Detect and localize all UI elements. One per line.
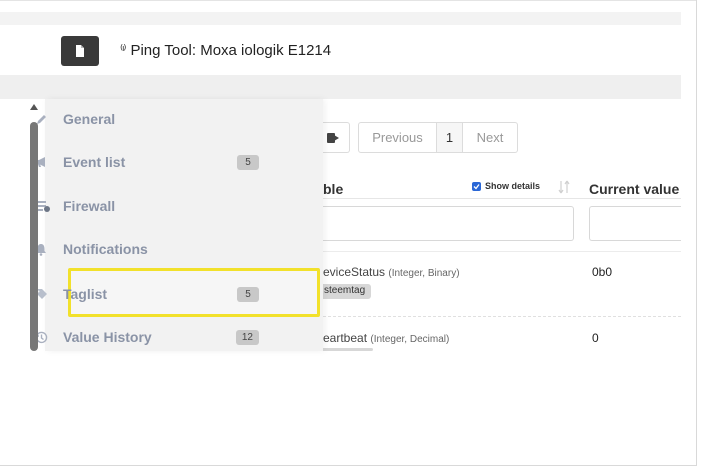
export-icon xyxy=(326,132,339,143)
sidebar-item-general[interactable]: General xyxy=(35,105,259,133)
column-header-name[interactable]: ble xyxy=(323,181,343,197)
tag-icon xyxy=(35,288,63,301)
window-border-top xyxy=(0,0,697,1)
tag-chip[interactable]: steemtag xyxy=(323,284,372,299)
scrollbar-thumb[interactable] xyxy=(30,122,38,351)
sidebar-item-label: Value History xyxy=(63,329,152,345)
page-title-text: Ping Tool: Moxa iologik E1214 xyxy=(130,41,332,59)
app-window: ⁽ᶦ⁾ Ping Tool: Moxa iologik E1214 Previo… xyxy=(0,0,702,466)
table-row-name[interactable]: eartbeat (Integer, Decimal) xyxy=(323,331,449,345)
checkbox-checked-icon[interactable] xyxy=(472,181,481,191)
table-row-name[interactable]: eviceStatus (Integer, Binary) xyxy=(323,265,460,279)
sidebar-item-label: Taglist xyxy=(63,286,108,302)
value-filter-input[interactable] xyxy=(589,206,681,241)
pencil-icon xyxy=(35,113,63,126)
sidebar-item-taglist[interactable]: Taglist 5 xyxy=(35,280,259,308)
pagination-page-1[interactable]: 1 xyxy=(437,123,463,152)
bell-icon xyxy=(35,243,63,256)
show-details-label: Show details xyxy=(485,181,541,191)
sort-icon[interactable] xyxy=(558,180,570,194)
pagination-next[interactable]: Next xyxy=(463,123,517,152)
sidebar-item-firewall[interactable]: Firewall xyxy=(35,192,259,220)
sidebar-item-event-list[interactable]: Event list 5 xyxy=(35,148,259,176)
name-filter-input[interactable] xyxy=(323,206,574,241)
column-header-current-value[interactable]: Current value xyxy=(589,181,679,197)
row-divider xyxy=(323,251,681,252)
page-title: ⁽ᶦ⁾ Ping Tool: Moxa iologik E1214 xyxy=(120,38,331,62)
document-icon xyxy=(76,45,84,57)
sidebar-item-label: Event list xyxy=(63,154,126,170)
firewall-icon xyxy=(35,200,63,212)
sidebar-item-notifications[interactable]: Notifications xyxy=(35,235,259,263)
page-header xyxy=(0,25,681,75)
count-badge: 5 xyxy=(237,286,259,302)
table-row-value: 0b0 xyxy=(592,265,613,279)
history-icon xyxy=(35,331,63,344)
header-divider xyxy=(323,198,681,199)
sidebar-item-label: Firewall xyxy=(63,198,116,214)
megaphone-icon xyxy=(35,156,63,168)
sidebar-item-label: Notifications xyxy=(63,241,148,257)
count-badge: 12 xyxy=(235,329,259,345)
show-details-toggle[interactable]: Show details xyxy=(472,181,540,191)
scroll-up-arrow-icon[interactable] xyxy=(30,104,38,110)
device-menu-button[interactable] xyxy=(61,36,99,66)
sidebar-item-label: General xyxy=(63,111,116,127)
table-row-value: 0 xyxy=(592,331,599,345)
sub-toolbar xyxy=(0,75,681,99)
top-strip xyxy=(0,12,681,25)
antenna-icon: ⁽ᶦ⁾ xyxy=(120,42,127,57)
pagination-previous[interactable]: Previous xyxy=(359,123,437,152)
pagination: Previous 1 Next xyxy=(358,122,518,153)
row-divider xyxy=(323,316,681,317)
count-badge: 5 xyxy=(237,154,259,170)
window-border-right xyxy=(696,0,697,466)
sidebar-item-value-history[interactable]: Value History 12 xyxy=(35,323,259,351)
tag-chip xyxy=(323,348,373,351)
